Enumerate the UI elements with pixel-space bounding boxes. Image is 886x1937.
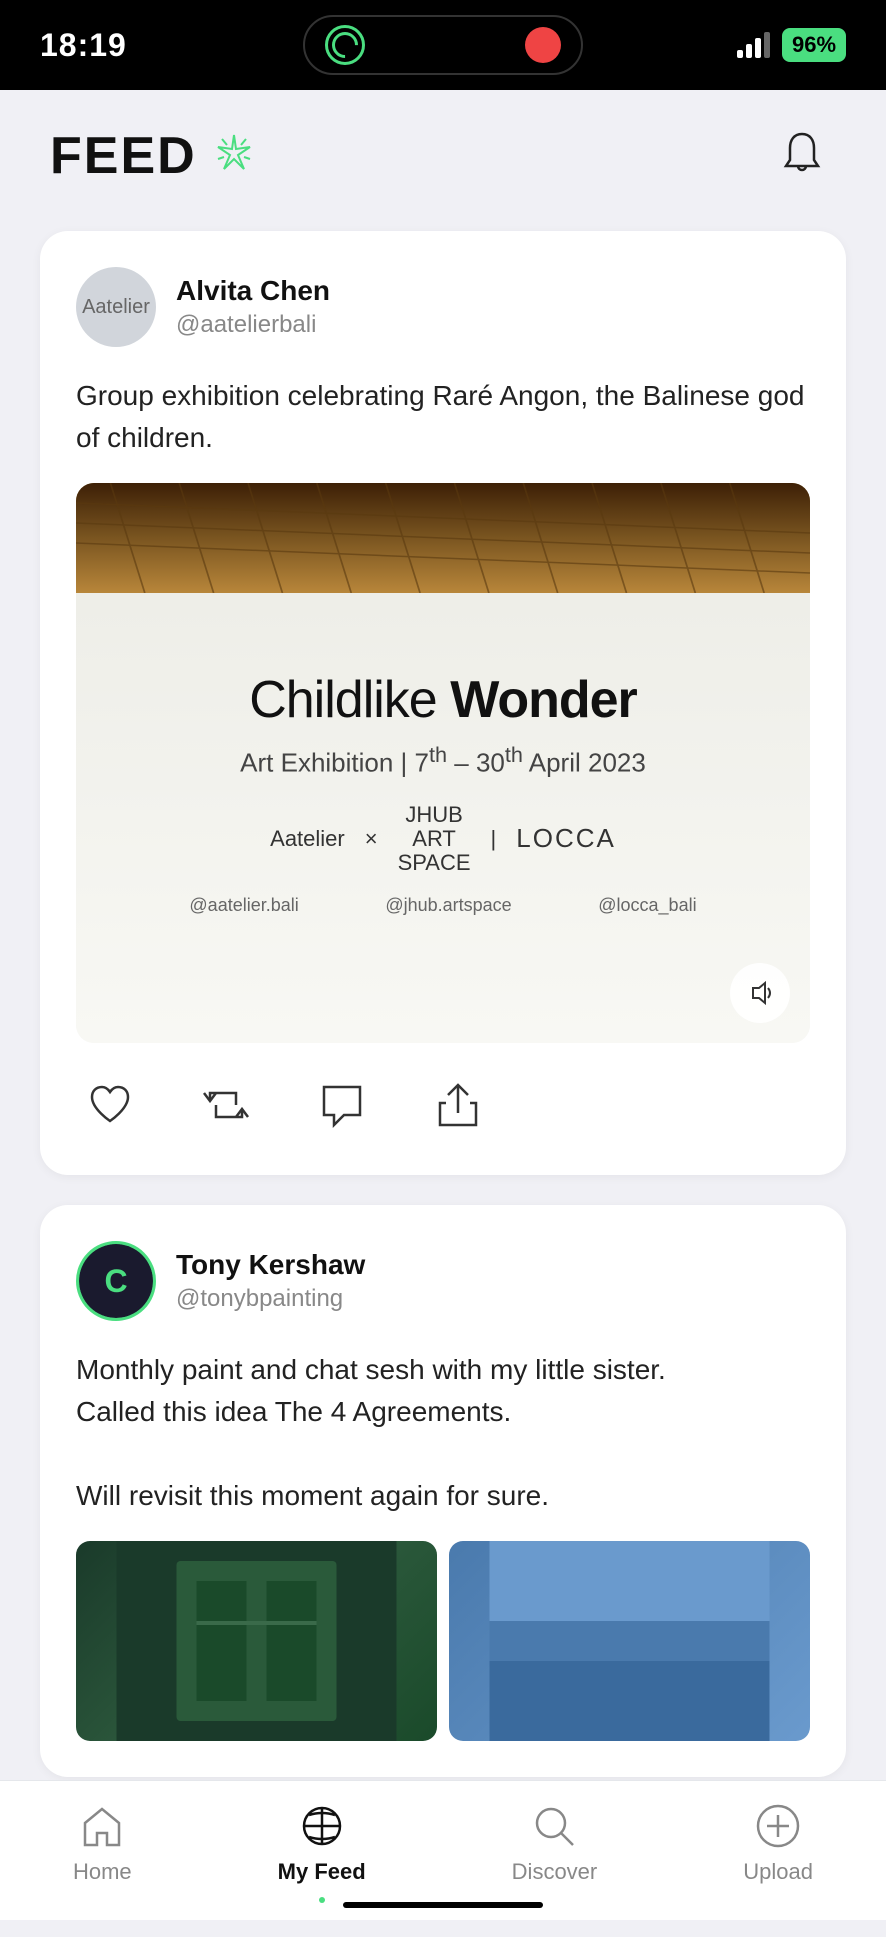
avatar: Aatelier — [76, 267, 156, 347]
poster-brands: Aatelier × JHUBARTSPACE | LOCCA — [149, 803, 736, 876]
post-text-2: Monthly paint and chat sesh with my litt… — [76, 1349, 810, 1517]
nav-upload-label: Upload — [743, 1859, 813, 1885]
user-info-2: Tony Kershaw @tonybpainting — [176, 1249, 365, 1313]
app-header: FEED — [0, 90, 886, 211]
status-bar: 18:19 96% — [0, 0, 886, 90]
poster-subtitle: Art Exhibition | 7th – 30th April 2023 — [149, 742, 736, 779]
user-handle-2: @tonybpainting — [176, 1285, 365, 1313]
post-images — [76, 1541, 810, 1741]
status-icons: 96% — [737, 28, 846, 62]
bottom-nav: Home My Feed Discover Upload — [0, 1780, 886, 1920]
battery-indicator: 96% — [782, 28, 846, 62]
nav-discover[interactable]: Discover — [492, 1801, 618, 1885]
post-header: Aatelier Alvita Chen @aatelierbali — [76, 267, 810, 347]
star-icon — [212, 131, 256, 180]
app-icon — [325, 25, 365, 65]
poster-title: Childlike Wonder — [149, 670, 736, 730]
dynamic-island — [303, 15, 583, 75]
nav-upload[interactable]: Upload — [723, 1801, 833, 1885]
signal-icon — [737, 32, 770, 58]
repost-button[interactable] — [192, 1071, 260, 1139]
post-image: Childlike Wonder Art Exhibition | 7th – … — [76, 483, 810, 1043]
avatar-tony: C — [76, 1241, 156, 1321]
post-header-2: C Tony Kershaw @tonybpainting — [76, 1241, 810, 1321]
notification-button[interactable] — [768, 120, 836, 191]
feed-title: FEED — [50, 130, 197, 182]
feed-logo: FEED — [50, 130, 256, 182]
post-card-2: C Tony Kershaw @tonybpainting Monthly pa… — [40, 1205, 846, 1777]
nav-discover-label: Discover — [512, 1859, 598, 1885]
nav-myfeed[interactable]: My Feed — [258, 1801, 386, 1903]
user-name-2: Tony Kershaw — [176, 1249, 365, 1281]
share-button[interactable] — [424, 1071, 492, 1139]
user-handle: @aatelierbali — [176, 311, 330, 339]
record-indicator — [525, 27, 561, 63]
post-card: Aatelier Alvita Chen @aatelierbali Group… — [40, 231, 846, 1175]
image-thumb-1 — [76, 1541, 437, 1741]
exhibition-image: Childlike Wonder Art Exhibition | 7th – … — [76, 483, 810, 1043]
status-time: 18:19 — [40, 27, 127, 64]
like-button[interactable] — [76, 1071, 144, 1139]
poster-socials: @aatelier.bali @jhub.artspace @locca_bal… — [149, 895, 736, 916]
user-name: Alvita Chen — [176, 275, 330, 307]
home-indicator — [343, 1902, 543, 1908]
exhibition-poster: Childlike Wonder Art Exhibition | 7th – … — [149, 670, 736, 916]
post-actions — [76, 1071, 810, 1139]
nav-myfeed-label: My Feed — [278, 1859, 366, 1885]
image-thumb-2 — [449, 1541, 810, 1741]
volume-button[interactable] — [730, 963, 790, 1023]
comment-button[interactable] — [308, 1071, 376, 1139]
nav-home-label: Home — [73, 1859, 132, 1885]
post-text: Group exhibition celebrating Raré Angon,… — [76, 375, 810, 459]
nav-home[interactable]: Home — [53, 1801, 152, 1885]
nav-active-indicator — [319, 1897, 325, 1903]
feed-content: Aatelier Alvita Chen @aatelierbali Group… — [0, 211, 886, 1937]
user-info: Alvita Chen @aatelierbali — [176, 275, 330, 339]
